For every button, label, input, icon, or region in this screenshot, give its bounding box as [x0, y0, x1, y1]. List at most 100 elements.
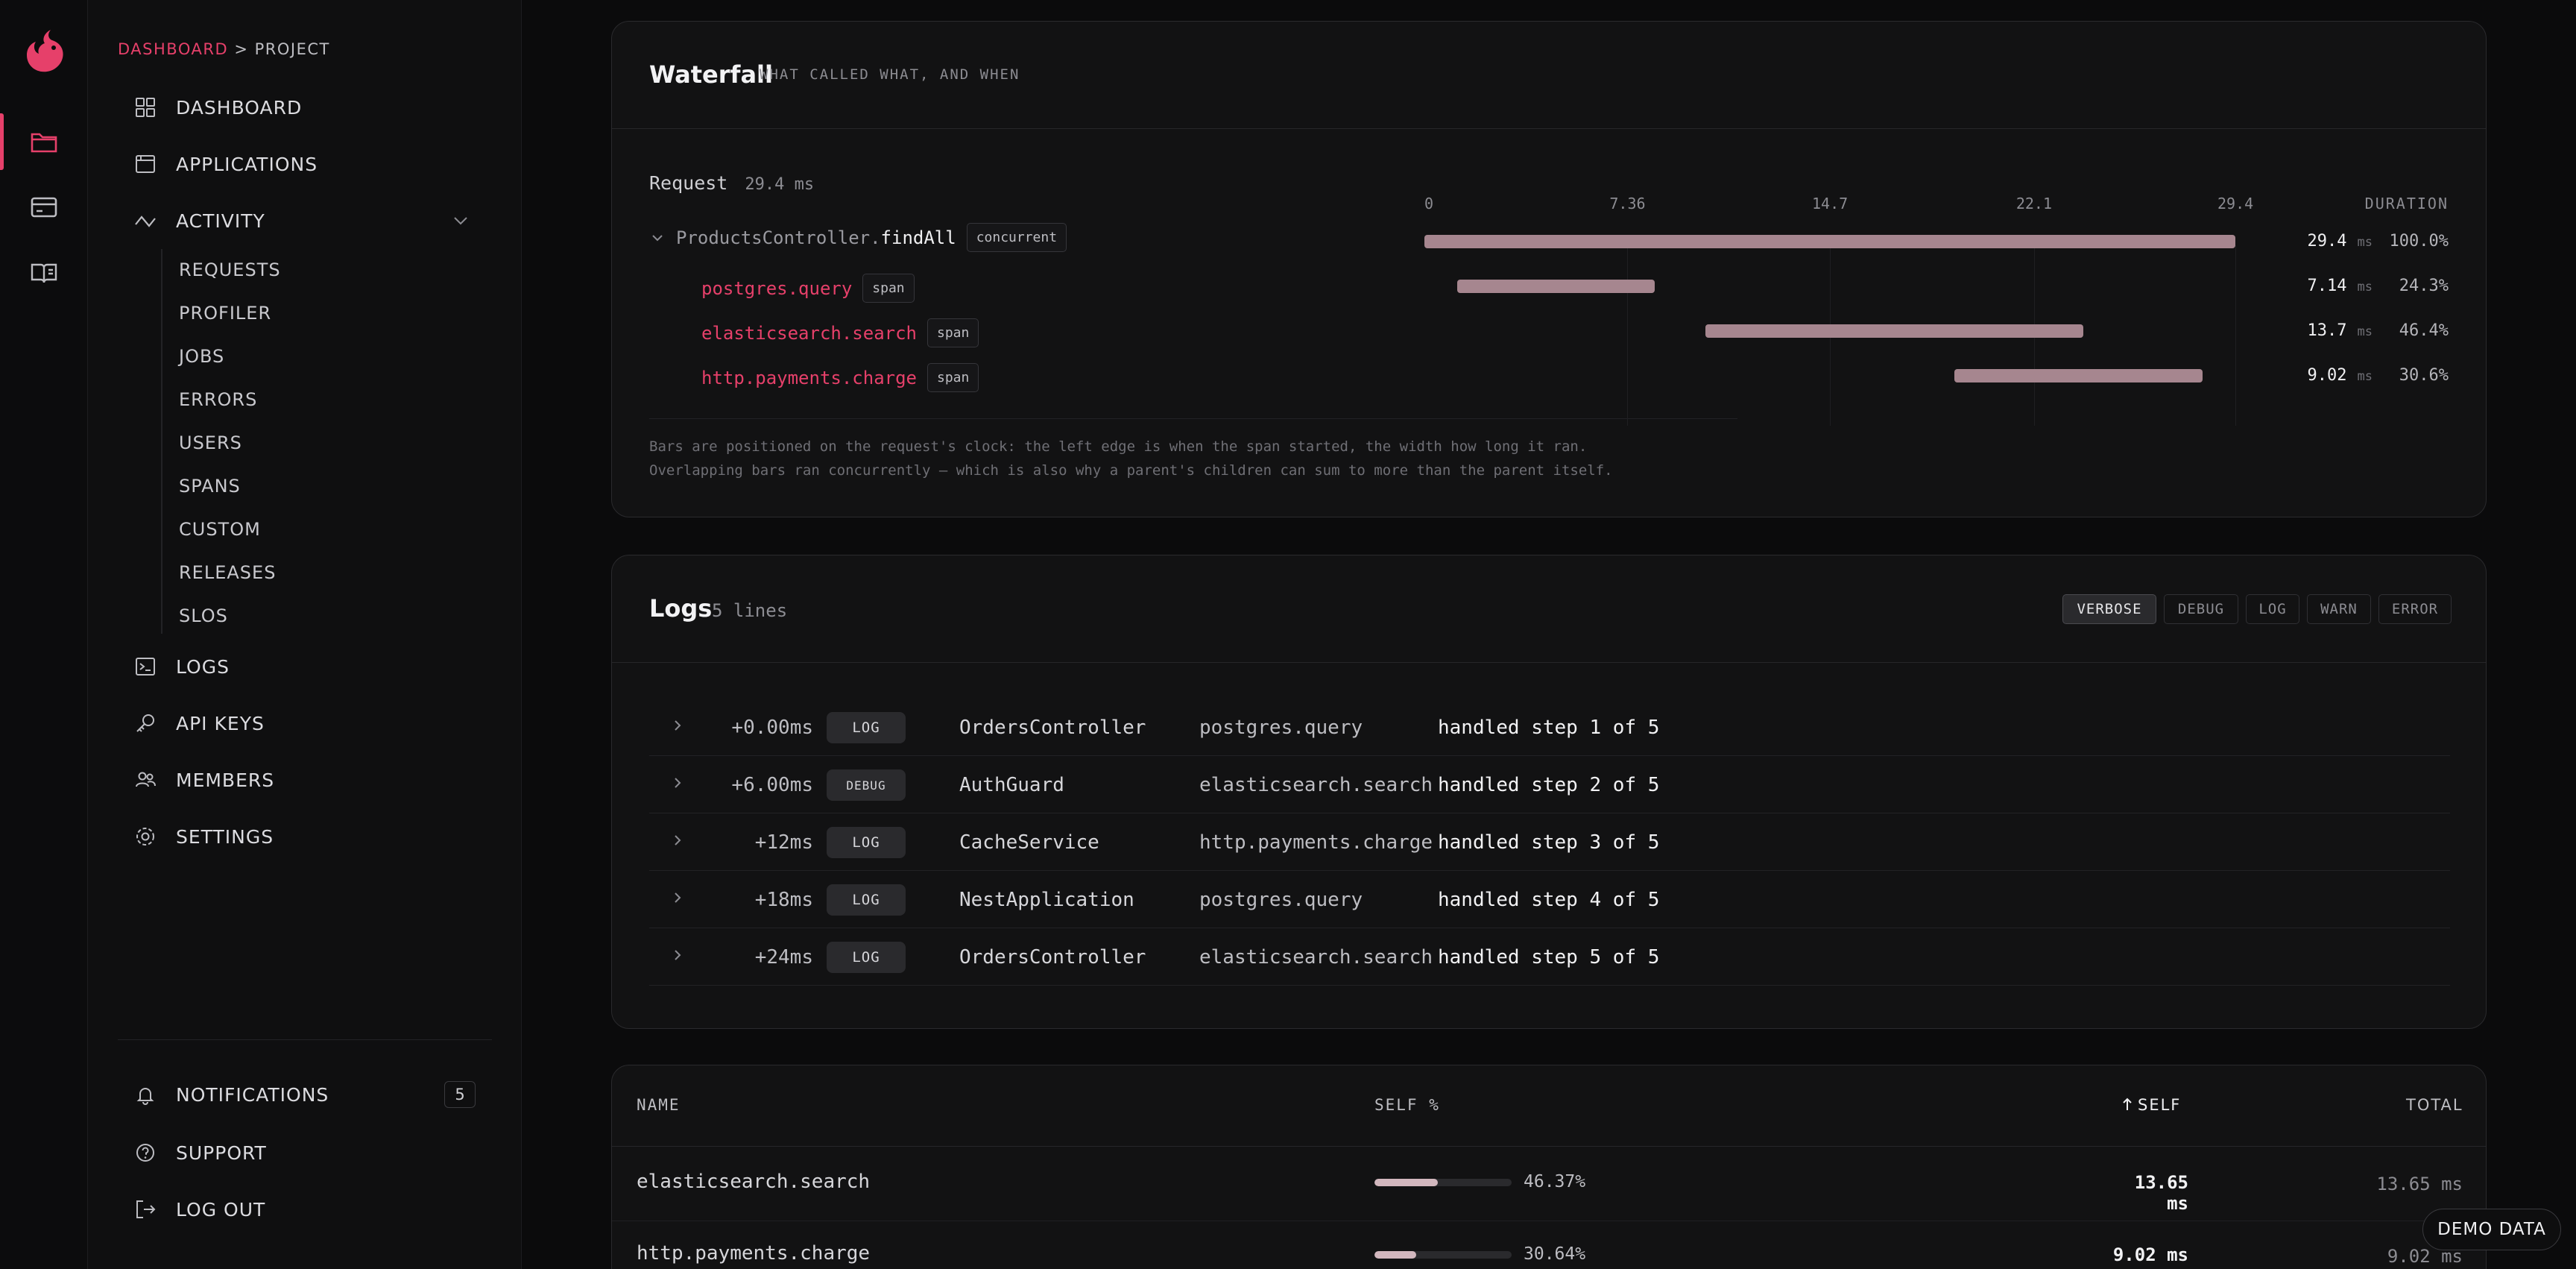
nav-api-keys-label: API KEYS — [176, 712, 265, 734]
log-row[interactable]: +0.00ms LOG OrdersController postgres.qu… — [649, 699, 2450, 756]
filter-warn[interactable]: WARN — [2307, 594, 2371, 624]
log-level-badge: LOG — [827, 712, 906, 743]
chevron-right-icon[interactable] — [670, 948, 685, 963]
filter-log[interactable]: LOG — [2246, 594, 2299, 624]
log-level-badge: LOG — [827, 827, 906, 858]
icon-rail — [0, 0, 88, 1269]
filter-verbose[interactable]: VERBOSE — [2062, 594, 2156, 624]
axis-gridline — [1627, 245, 1629, 426]
logs-card: Logs 5 lines VERBOSE DEBUG LOG WARN ERRO… — [611, 555, 2487, 1029]
log-level-badge: LOG — [827, 942, 906, 973]
log-span: elasticsearch.search — [1199, 946, 1433, 969]
log-span: postgres.query — [1199, 889, 1363, 911]
span-tag: span — [862, 274, 915, 303]
chevron-right-icon[interactable] — [670, 775, 685, 790]
log-row[interactable]: +6.00ms DEBUG AuthGuard elasticsearch.se… — [649, 756, 2450, 813]
nav-members[interactable]: MEMBERS — [134, 765, 477, 795]
span-bar[interactable] — [1457, 280, 1655, 293]
nav-settings-label: SETTINGS — [176, 825, 274, 848]
log-span: postgres.query — [1199, 717, 1363, 739]
nav-api-keys[interactable]: API KEYS — [134, 708, 477, 738]
axis-tick-label: 7.36 — [1609, 195, 1646, 212]
filter-error[interactable]: ERROR — [2378, 594, 2452, 624]
concurrent-tag: concurrent — [966, 223, 1067, 252]
arrow-up-icon — [2123, 1098, 2132, 1110]
subnav-spans[interactable]: SPANS — [179, 473, 241, 500]
log-message: handled step 2 of 5 — [1438, 774, 1660, 796]
subnav-errors[interactable]: ERRORS — [179, 386, 257, 413]
nav-dashboard[interactable]: DASHBOARD — [134, 92, 477, 122]
chevron-down-icon[interactable] — [452, 212, 470, 230]
log-message: handled step 4 of 5 — [1438, 889, 1660, 911]
waterfall-row-root[interactable]: ProductsController.findAll concurrent — [649, 223, 1067, 252]
nav-logs[interactable]: LOGS — [134, 652, 477, 681]
nav-notifications-label: NOTIFICATIONS — [176, 1083, 329, 1106]
request-duration: 29.4 ms — [745, 175, 815, 194]
span-bar[interactable] — [1705, 324, 2084, 338]
chevron-right-icon[interactable] — [670, 718, 685, 733]
breadcrumb-root[interactable]: DASHBOARD — [118, 40, 228, 58]
col-header-self[interactable]: SELF — [2121, 1096, 2181, 1114]
span-bar[interactable] — [1424, 235, 2235, 248]
span-bar[interactable] — [1954, 369, 2203, 382]
nav-members-label: MEMBERS — [176, 769, 275, 791]
waterfall-row-span[interactable]: http.payments.charge span — [701, 363, 979, 392]
duration-cell: 7.14 ms 24.3% — [2307, 277, 2449, 295]
subnav-profiler[interactable]: PROFILER — [179, 300, 271, 327]
span-tag: span — [926, 363, 979, 392]
table-header-divider — [612, 1146, 2486, 1147]
grid-icon — [136, 98, 155, 117]
rail-folder-icon[interactable] — [0, 113, 88, 170]
axis-tick-label: 14.7 — [1812, 195, 1849, 212]
total-value: 13.65 ms — [2376, 1174, 2463, 1194]
span-tag: span — [926, 318, 979, 347]
nav-settings[interactable]: SETTINGS — [134, 822, 477, 851]
profile-row-name[interactable]: elasticsearch.search — [637, 1171, 870, 1193]
col-header-name[interactable]: NAME — [637, 1096, 681, 1114]
subnav-jobs[interactable]: JOBS — [179, 343, 224, 370]
col-header-self-pct[interactable]: SELF % — [1374, 1096, 1440, 1114]
log-row[interactable]: +18ms LOG NestApplication postgres.query… — [649, 871, 2450, 928]
demo-data-badge[interactable]: DEMO DATA — [2422, 1209, 2561, 1250]
subnav-users[interactable]: USERS — [179, 429, 242, 456]
rail-book-icon[interactable] — [0, 245, 88, 301]
axis-gridline — [2235, 245, 2236, 426]
window-icon — [136, 155, 155, 173]
root-span-method: findAll — [880, 227, 956, 248]
nav-activity[interactable]: ACTIVITY — [134, 206, 477, 236]
subnav-slos[interactable]: SLOS — [179, 602, 228, 629]
key-icon — [136, 714, 154, 732]
nav-applications[interactable]: APPLICATIONS — [134, 149, 477, 179]
waterfall-row-span[interactable]: elasticsearch.search span — [701, 318, 979, 347]
log-context: NestApplication — [959, 889, 1134, 911]
nav-logout[interactable]: LOG OUT — [134, 1194, 477, 1224]
app-logo-icon[interactable] — [22, 27, 67, 75]
col-header-total[interactable]: TOTAL — [2406, 1096, 2463, 1114]
log-offset: +18ms — [754, 889, 813, 911]
nav-notifications[interactable]: NOTIFICATIONS — [134, 1080, 477, 1109]
self-pct-bar — [1374, 1179, 1512, 1186]
rail-card-icon[interactable] — [0, 179, 88, 236]
span-name: http.payments.charge — [701, 367, 917, 388]
subnav-requests[interactable]: REQUESTS — [179, 256, 281, 283]
logs-header: Logs 5 lines VERBOSE DEBUG LOG WARN ERRO… — [612, 555, 2486, 663]
gear-icon — [136, 828, 154, 846]
duration-cell: 13.7 ms 46.4% — [2307, 321, 2449, 340]
axis-tick-label: 29.4 — [2217, 195, 2254, 212]
profile-row-name[interactable]: http.payments.charge — [637, 1242, 870, 1265]
chevron-down-icon[interactable] — [649, 230, 666, 246]
subnav-custom[interactable]: CUSTOM — [179, 516, 261, 543]
waterfall-row-span[interactable]: postgres.query span — [701, 274, 915, 303]
waterfall-subtitle: WHAT CALLED WHAT, AND WHEN — [760, 66, 1020, 83]
chevron-right-icon[interactable] — [670, 890, 685, 905]
logout-icon — [136, 1200, 156, 1218]
nav-support[interactable]: SUPPORT — [134, 1138, 477, 1168]
log-row[interactable]: +24ms LOG OrdersController elasticsearch… — [649, 928, 2450, 986]
self-pct-value: 46.37% — [1524, 1172, 1586, 1191]
log-span: http.payments.charge — [1199, 831, 1433, 854]
log-row[interactable]: +12ms LOG CacheService http.payments.cha… — [649, 813, 2450, 871]
subnav-releases[interactable]: RELEASES — [179, 559, 276, 586]
terminal-icon — [136, 658, 155, 676]
chevron-right-icon[interactable] — [670, 833, 685, 848]
filter-debug[interactable]: DEBUG — [2164, 594, 2238, 624]
